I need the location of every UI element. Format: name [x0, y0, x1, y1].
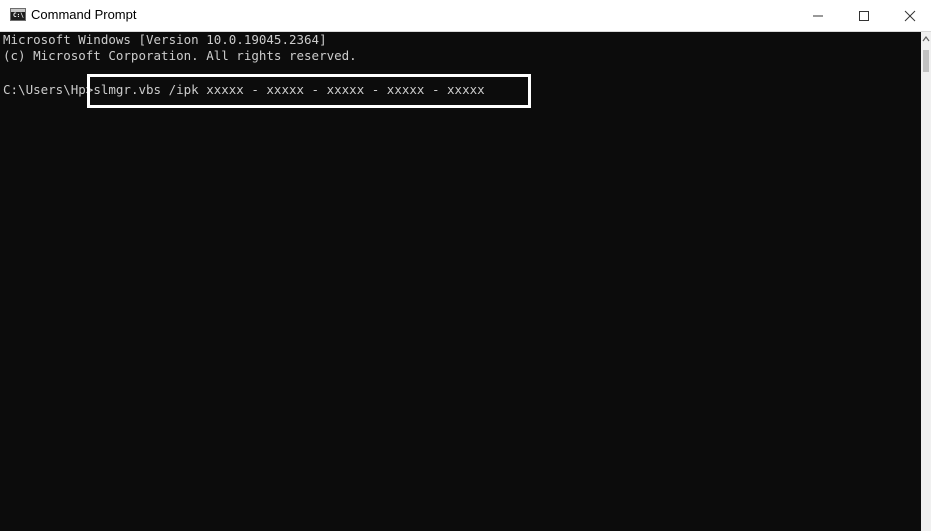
close-icon: [904, 10, 916, 21]
chevron-up-icon: [922, 36, 930, 42]
console-line-version: Microsoft Windows [Version 10.0.19045.23…: [3, 32, 327, 47]
cmd-app-icon[interactable]: C:\: [10, 8, 26, 21]
maximize-icon: [859, 10, 869, 21]
scroll-up-button[interactable]: [921, 32, 931, 46]
minimize-icon: [813, 15, 823, 16]
maximize-button[interactable]: [841, 0, 887, 31]
close-button[interactable]: [887, 0, 931, 31]
title-bar[interactable]: C:\ Command Prompt: [0, 0, 931, 32]
console-line-copyright: (c) Microsoft Corporation. All rights re…: [3, 48, 357, 63]
scrollbar-thumb[interactable]: [923, 50, 929, 72]
command-highlight-box: [87, 74, 531, 108]
vertical-scrollbar[interactable]: [921, 32, 931, 531]
console-prompt: C:\Users\Hp>: [3, 82, 94, 97]
window-title: Command Prompt: [31, 7, 137, 22]
minimize-button[interactable]: [795, 0, 841, 31]
command-prompt-window: C:\ Command Prompt Microsoft Windows [Ve…: [0, 0, 931, 531]
